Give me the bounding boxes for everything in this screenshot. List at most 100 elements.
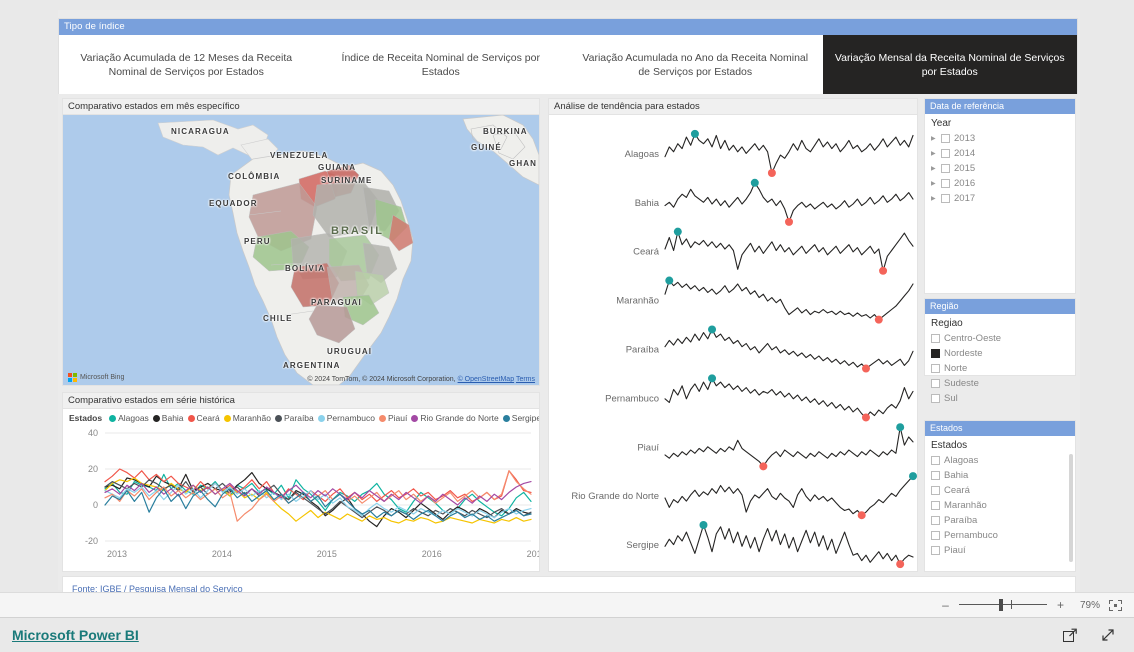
- slicer-item-label: Sudeste: [944, 378, 979, 389]
- slicer-item-label: Paraíba: [944, 515, 978, 526]
- trend-sparklines: Alagoas Bahia Ceará Maranhão Paraíba Pernambu…: [571, 129, 917, 569]
- slicer-item-label: 2017: [954, 193, 976, 204]
- slicer-data-de-referencia[interactable]: Data de referência Year ▶ 2013 ▶ 2014 ▶ …: [924, 98, 1076, 294]
- chevron-right-icon[interactable]: ▶: [931, 136, 937, 142]
- slicer-item-label: Pernambuco: [944, 530, 998, 541]
- slicer-regiao-item-sudeste[interactable]: Sudeste: [931, 376, 1069, 391]
- svg-text:-20: -20: [85, 536, 98, 546]
- slicer-item-label: Piauí: [944, 545, 966, 556]
- map-attribution-text: © 2024 TomTom, © 2024 Microsoft Corporat…: [307, 376, 456, 383]
- checkbox-icon[interactable]: [931, 334, 940, 343]
- slicer-date-item-2017[interactable]: ▶ 2017: [931, 191, 1069, 206]
- tab-variacao-mensal[interactable]: Variação Mensal da Receita Nominal de Se…: [822, 35, 1077, 94]
- checkbox-icon[interactable]: [941, 149, 950, 158]
- legend-item-pernambuco[interactable]: Pernambuco: [317, 413, 375, 423]
- bing-logo: Microsoft Bing: [68, 373, 124, 382]
- checkbox-icon[interactable]: [931, 531, 940, 540]
- slicer-item-label: Centro-Oeste: [944, 333, 1002, 344]
- legend-item-piaui[interactable]: Piauí: [378, 413, 407, 423]
- checkbox-icon[interactable]: [931, 516, 940, 525]
- legend-label: Alagoas: [118, 413, 149, 423]
- slicer-regiao-fieldname: Regiao: [931, 318, 963, 329]
- checkbox-icon[interactable]: [941, 179, 950, 188]
- trend-analysis-visual[interactable]: Análise de tendência para estados Alagoa…: [548, 98, 918, 572]
- tab-indice-receita-nominal[interactable]: Índice de Receita Nominal de Serviços po…: [313, 35, 568, 94]
- share-icon[interactable]: [1062, 627, 1078, 643]
- slicer-date-item-2015[interactable]: ▶ 2015: [931, 161, 1069, 176]
- legend-title: Estados: [69, 413, 103, 423]
- slicer-estados[interactable]: Estados Estados Alagoas Bahia Ceará Mara…: [924, 420, 1076, 572]
- chevron-right-icon[interactable]: ▶: [931, 181, 937, 187]
- checkbox-icon[interactable]: [931, 364, 940, 373]
- svg-text:2015: 2015: [317, 549, 337, 559]
- power-bi-report-page: Tipo de índice Variação Acumulada de 12 …: [0, 0, 1134, 652]
- legend-label: Ceará: [196, 413, 220, 423]
- slicer-date-item-2016[interactable]: ▶ 2016: [931, 176, 1069, 191]
- openstreetmap-link[interactable]: © OpenStreetMap: [458, 376, 515, 383]
- slicer-date-item-2013[interactable]: ▶ 2013: [931, 131, 1069, 146]
- slicer-estados-item-pernambuco[interactable]: Pernambuco: [931, 528, 1069, 543]
- legend-dot-icon: [223, 414, 231, 422]
- map-visual[interactable]: Comparativo estados em mês específico NI…: [62, 98, 540, 386]
- slicer-regiao-item-nordeste[interactable]: Nordeste: [931, 346, 1069, 361]
- checkbox-icon[interactable]: [941, 194, 950, 203]
- legend-item-sergipe[interactable]: Sergipe: [502, 413, 539, 423]
- slicer-item-label: Nordeste: [944, 348, 983, 359]
- fit-to-page-icon[interactable]: [1109, 599, 1122, 611]
- chevron-right-icon[interactable]: ▶: [931, 166, 937, 172]
- chevron-right-icon[interactable]: ▶: [931, 151, 937, 157]
- power-bi-brand-link[interactable]: Microsoft Power BI: [12, 627, 139, 643]
- slicer-estados-scrollbar[interactable]: [1069, 454, 1073, 562]
- slicer-estados-item-ceara[interactable]: Ceará: [931, 483, 1069, 498]
- checkbox-icon[interactable]: [931, 456, 940, 465]
- slicer-item-label: Maranhão: [944, 500, 987, 511]
- slicer-regiao-item-centro-oeste[interactable]: Centro-Oeste: [931, 331, 1069, 346]
- slicer-regiao-item-norte[interactable]: Norte: [931, 361, 1069, 376]
- legend-item-maranhao[interactable]: Maranhão: [223, 413, 271, 423]
- zoom-toolbar: – + 79%: [0, 592, 1134, 618]
- checkbox-icon[interactable]: [941, 164, 950, 173]
- checkbox-icon[interactable]: [931, 471, 940, 480]
- map-attribution: © 2024 TomTom, © 2024 Microsoft Corporat…: [307, 376, 535, 383]
- historic-series-legend: Estados Alagoas Bahia Ceará Maranhão Par…: [63, 409, 539, 425]
- zoom-slider-thumb[interactable]: [999, 599, 1003, 611]
- tab-variacao-acumulada-12-meses[interactable]: Variação Acumulada de 12 Meses da Receit…: [59, 35, 314, 94]
- checkbox-checked-icon[interactable]: [931, 349, 940, 358]
- fullscreen-icon[interactable]: [1100, 627, 1116, 643]
- historic-series-visual[interactable]: Comparativo estados em série histórica E…: [62, 392, 540, 572]
- legend-item-alagoas[interactable]: Alagoas: [109, 413, 149, 423]
- svg-text:Piauí: Piauí: [637, 442, 659, 453]
- zoom-in-button[interactable]: +: [1056, 598, 1065, 612]
- index-type-tabs: Variação Acumulada de 12 Meses da Receit…: [59, 35, 1077, 94]
- map-canvas[interactable]: NICARAGUA VENEZUELA GUIANA COLÔMBIA SURI…: [63, 115, 539, 385]
- legend-item-rio-grande-do-norte[interactable]: Rio Grande do Norte: [411, 413, 499, 423]
- slicer-regiao-item-sul[interactable]: Sul: [931, 391, 1069, 406]
- slicer-date-header: Data de referência: [925, 99, 1075, 114]
- slicer-date-item-2014[interactable]: ▶ 2014: [931, 146, 1069, 161]
- svg-text:Ceará: Ceará: [633, 247, 660, 258]
- slicer-regiao[interactable]: Região Regiao Centro-Oeste Nordeste Nort…: [924, 298, 1076, 404]
- terms-link[interactable]: Terms: [516, 376, 535, 383]
- tab-variacao-acumulada-ano[interactable]: Variação Acumulada no Ano da Receita Nom…: [568, 35, 823, 94]
- checkbox-icon[interactable]: [931, 501, 940, 510]
- zoom-slider[interactable]: [959, 599, 1047, 611]
- legend-item-ceara[interactable]: Ceará: [187, 413, 220, 423]
- checkbox-icon[interactable]: [931, 394, 940, 403]
- slicer-estados-item-paraiba[interactable]: Paraíba: [931, 513, 1069, 528]
- checkbox-icon[interactable]: [931, 379, 940, 388]
- zoom-out-button[interactable]: –: [941, 598, 950, 612]
- legend-label: Rio Grande do Norte: [420, 413, 499, 423]
- slicer-estados-item-maranhao[interactable]: Maranhão: [931, 498, 1069, 513]
- svg-text:40: 40: [88, 428, 98, 438]
- checkbox-icon[interactable]: [931, 546, 940, 555]
- slicer-estados-item-bahia[interactable]: Bahia: [931, 468, 1069, 483]
- legend-item-bahia[interactable]: Bahia: [152, 413, 184, 423]
- app-bar-actions: [1062, 627, 1116, 643]
- checkbox-icon[interactable]: [931, 486, 940, 495]
- slicer-estados-item-alagoas[interactable]: Alagoas: [931, 453, 1069, 468]
- chevron-right-icon[interactable]: ▶: [931, 196, 937, 202]
- slicer-estados-item-piaui[interactable]: Piauí: [931, 543, 1069, 558]
- checkbox-icon[interactable]: [941, 134, 950, 143]
- legend-item-paraiba[interactable]: Paraíba: [274, 413, 314, 423]
- svg-text:2014: 2014: [212, 549, 232, 559]
